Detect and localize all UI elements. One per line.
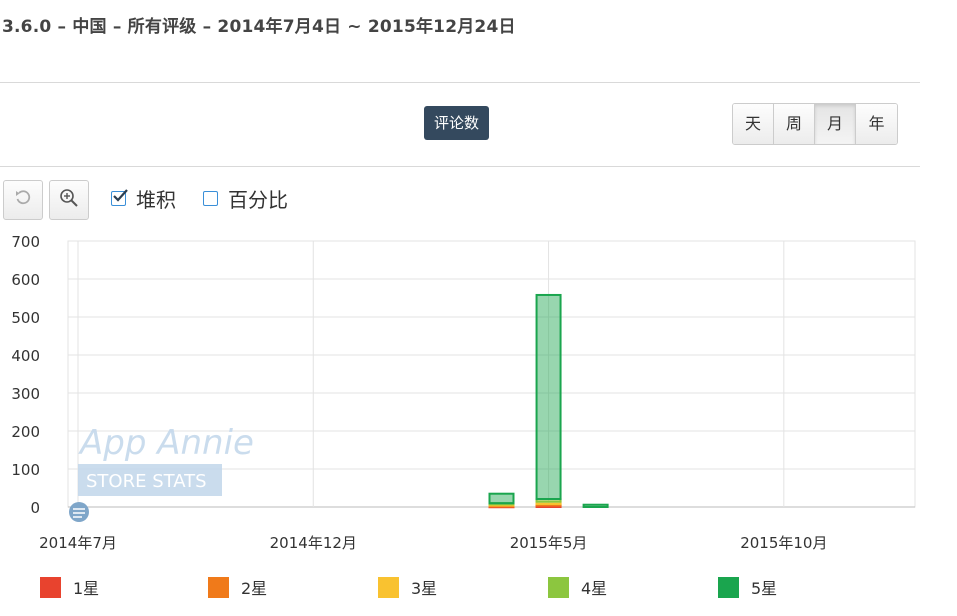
metric-badge[interactable]: 评论数 xyxy=(424,106,490,140)
bar-segment xyxy=(582,503,609,509)
legend-swatch xyxy=(548,576,569,598)
period-year-button[interactable]: 年 xyxy=(856,104,897,144)
divider xyxy=(0,82,920,83)
legend-swatch xyxy=(40,576,61,598)
divider xyxy=(0,166,920,167)
y-tick-label: 500 xyxy=(11,309,40,327)
bar-segment xyxy=(535,293,562,501)
y-tick-label: 100 xyxy=(11,461,40,479)
annotation-flag-icon xyxy=(69,502,89,522)
legend-item-1star[interactable]: 1星 xyxy=(40,575,99,599)
period-selector: 天 周 月 年 xyxy=(732,103,898,145)
stacked-label: 堆积 xyxy=(136,188,176,212)
watermark: App Annie STORE STATS xyxy=(78,423,254,496)
legend-label: 5星 xyxy=(751,579,778,598)
percent-option[interactable]: 百分比 xyxy=(203,184,288,213)
page-title: 3.6.0 – 中国 – 所有评级 – 2014年7月4日 ~ 2015年12月… xyxy=(2,17,516,37)
legend-item-4star[interactable]: 4星 xyxy=(548,575,607,599)
x-tick-label: 2014年12月 xyxy=(270,534,357,552)
legend-item-5star[interactable]: 5星 xyxy=(718,575,777,599)
chart-bars xyxy=(488,293,609,509)
stacked-checkbox[interactable] xyxy=(111,189,128,206)
y-tick-label: 0 xyxy=(30,499,40,517)
period-day-button[interactable]: 天 xyxy=(733,104,774,144)
y-axis-ticks: 0 100 200 300 400 500 600 700 xyxy=(11,233,40,517)
legend-label: 2星 xyxy=(241,579,268,598)
bar-segment xyxy=(488,492,515,505)
legend-label: 1星 xyxy=(73,579,100,598)
reset-zoom-button[interactable] xyxy=(3,180,43,220)
watermark-subtitle: STORE STATS xyxy=(86,471,207,492)
undo-icon xyxy=(14,189,32,211)
legend-swatch xyxy=(378,576,399,598)
y-tick-label: 200 xyxy=(11,423,40,441)
x-tick-label: 2014年7月 xyxy=(39,534,117,552)
y-tick-label: 600 xyxy=(11,271,40,289)
percent-label: 百分比 xyxy=(228,188,288,212)
legend-label: 4星 xyxy=(581,579,608,598)
x-tick-label: 2015年10月 xyxy=(740,534,827,552)
y-tick-label: 400 xyxy=(11,347,40,365)
y-tick-label: 700 xyxy=(11,233,40,251)
review-count-chart: App Annie STORE STATS 0 100 200 300 400 500 60… xyxy=(11,233,916,552)
zoom-button[interactable] xyxy=(49,180,89,220)
legend-item-3star[interactable]: 3星 xyxy=(378,575,437,599)
zoom-in-icon xyxy=(59,188,79,212)
legend-label: 3星 xyxy=(411,579,438,598)
check-icon xyxy=(113,189,128,202)
legend-item-2star[interactable]: 2星 xyxy=(208,575,267,599)
period-week-button[interactable]: 周 xyxy=(774,104,815,144)
legend-swatch xyxy=(208,576,229,598)
percent-checkbox[interactable] xyxy=(203,191,218,206)
stacked-option[interactable]: 堆积 xyxy=(111,184,176,213)
x-axis-ticks: 2014年7月 2014年12月 2015年5月 2015年10月 xyxy=(39,534,827,552)
period-month-button[interactable]: 月 xyxy=(815,104,856,144)
y-tick-label: 300 xyxy=(11,385,40,403)
watermark-title: App Annie xyxy=(78,423,254,463)
x-tick-label: 2015年5月 xyxy=(510,534,588,552)
legend-swatch xyxy=(718,576,739,598)
